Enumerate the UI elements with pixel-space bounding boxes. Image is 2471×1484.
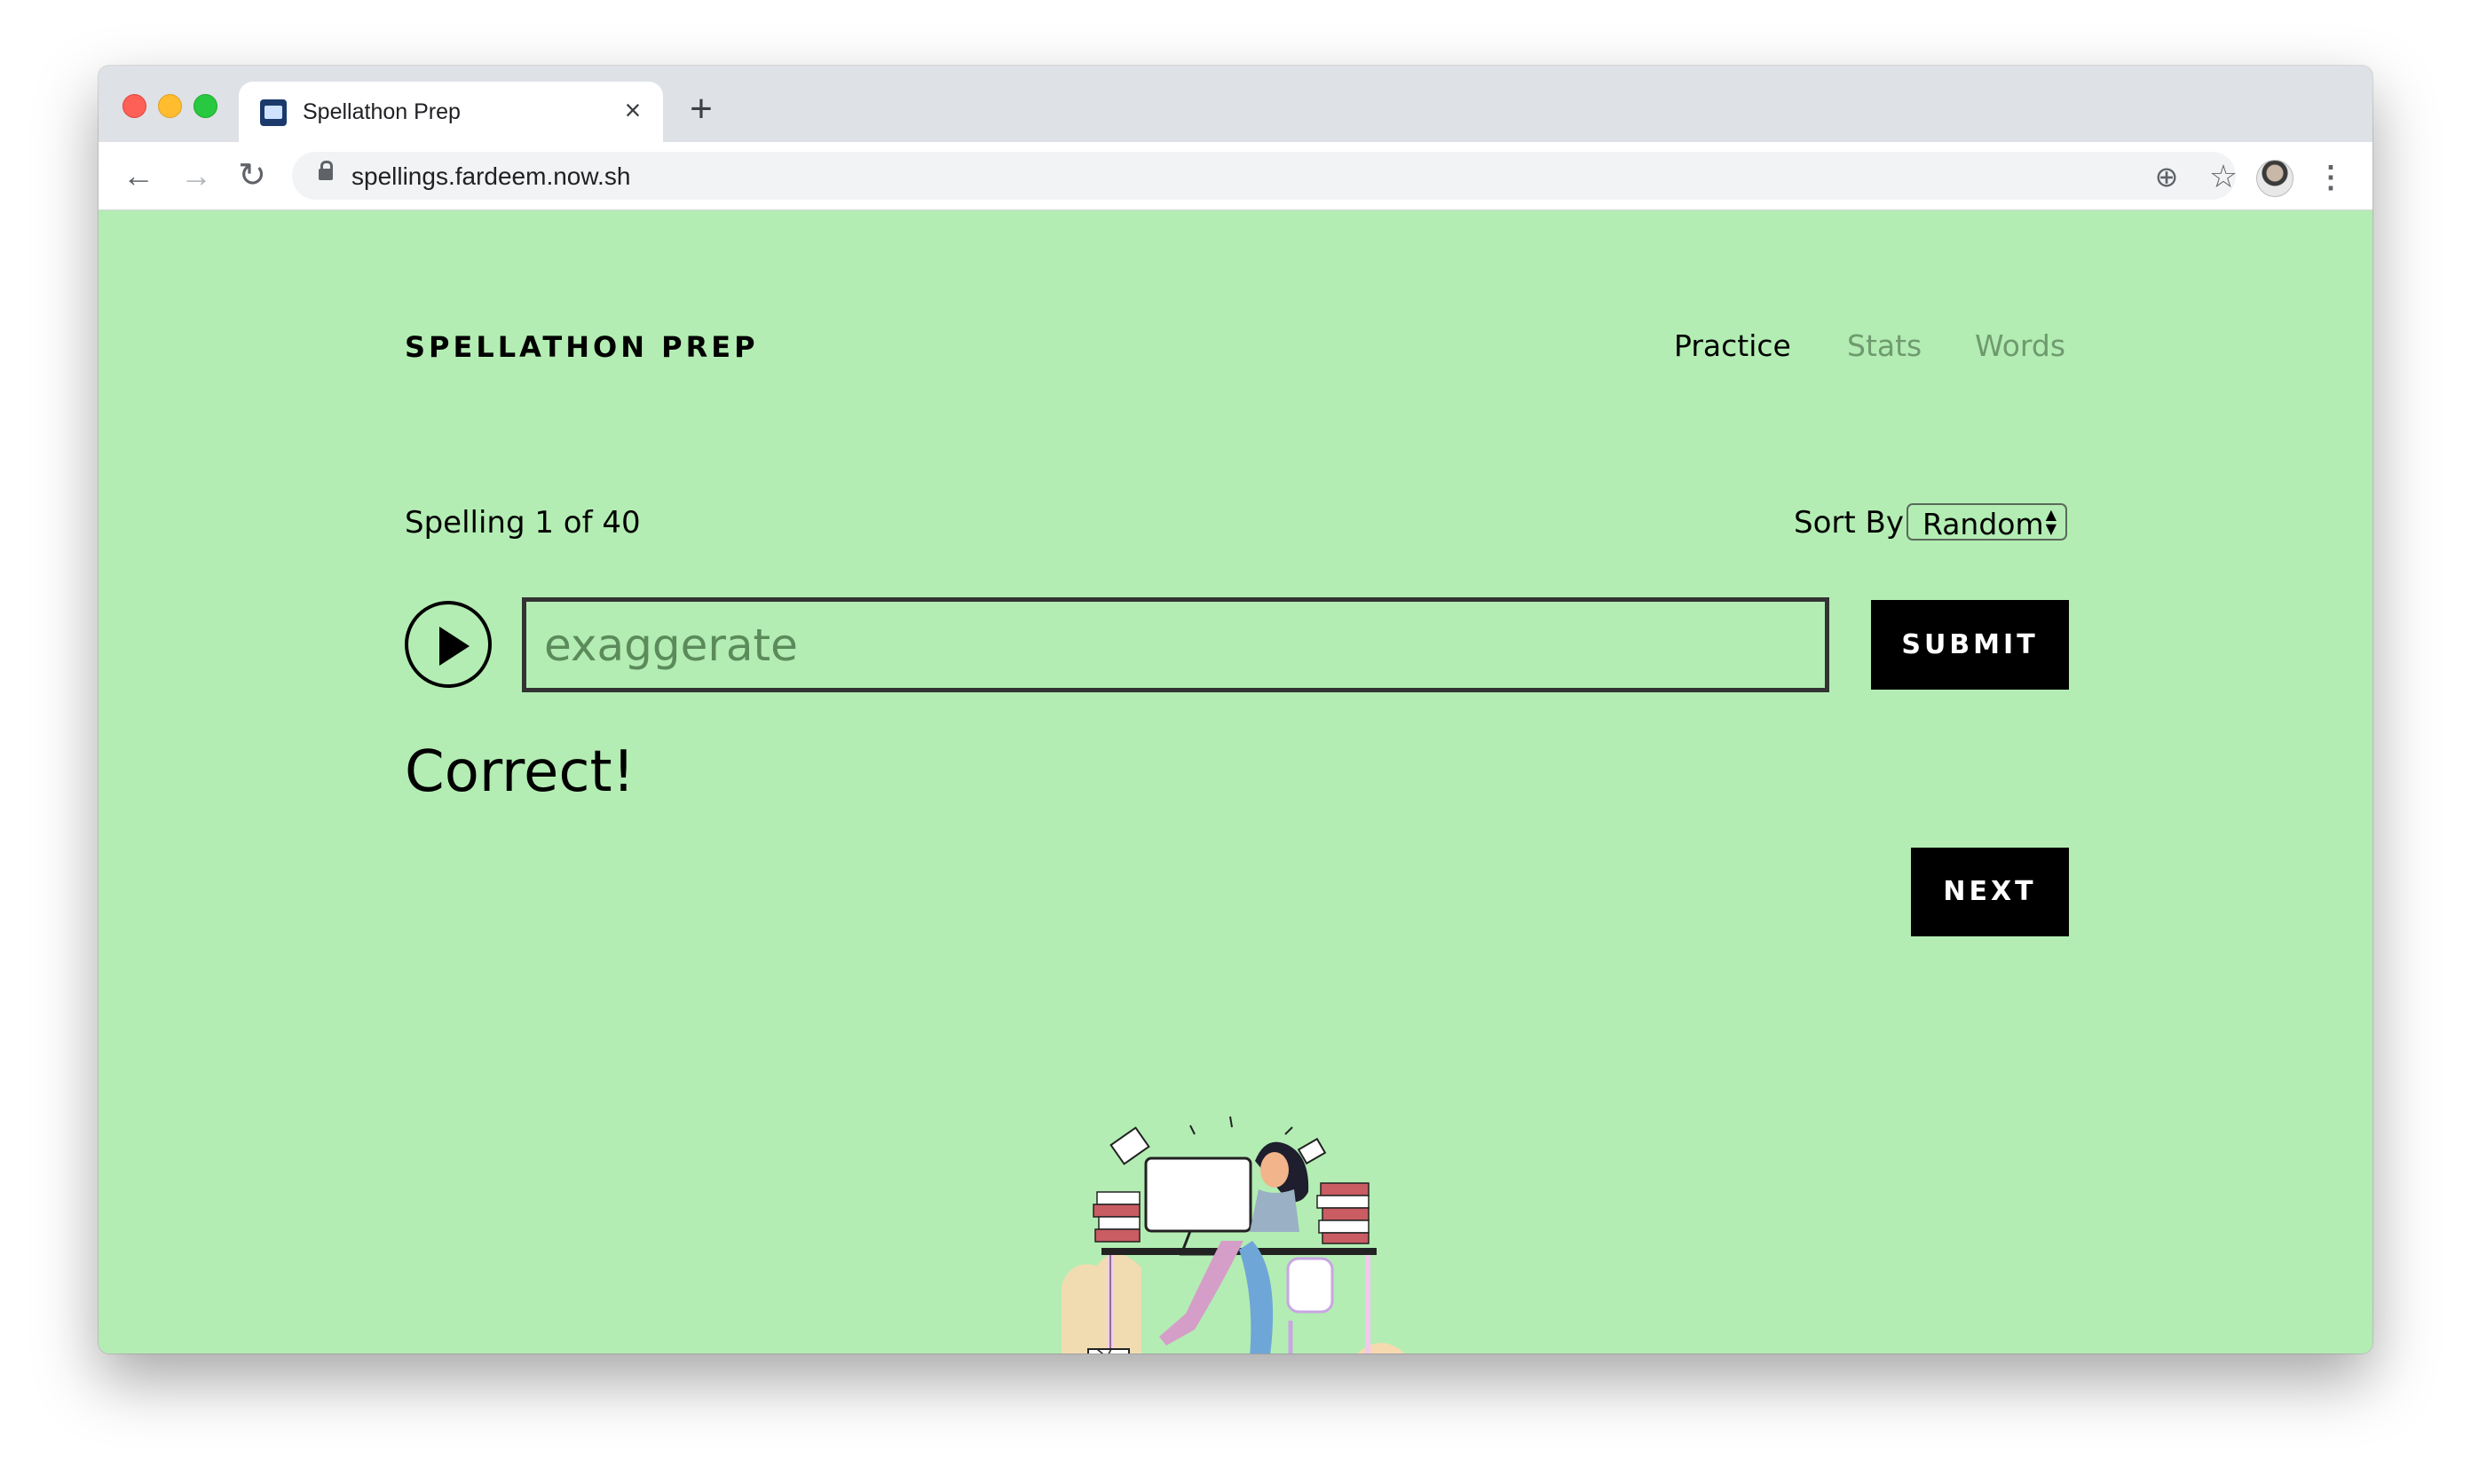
- next-button[interactable]: NEXT: [1911, 848, 2069, 936]
- nav-practice[interactable]: Practice: [1674, 328, 1791, 363]
- back-arrow-icon[interactable]: ←: [117, 154, 160, 197]
- submit-button[interactable]: SUBMIT: [1871, 600, 2069, 690]
- forward-arrow-icon[interactable]: →: [175, 154, 217, 197]
- address-bar[interactable]: spellings.fardeem.now.sh ⊕ ☆: [292, 152, 2238, 200]
- sort-by-select[interactable]: Random ▲ ▼: [1907, 503, 2067, 541]
- new-tab-button[interactable]: +: [681, 89, 722, 130]
- minimize-window-button[interactable]: [158, 94, 182, 118]
- browser-toolbar: ← → ↻ spellings.fardeem.now.sh ⊕ ☆ ⋮: [99, 142, 2372, 210]
- sort-selected-value: Random: [1922, 507, 2044, 541]
- zoom-window-button[interactable]: [193, 94, 217, 118]
- bookmark-star-icon[interactable]: ☆: [2206, 159, 2241, 194]
- sort-by-label: Sort By: [1794, 505, 1904, 541]
- kebab-menu-icon[interactable]: ⋮: [2316, 160, 2346, 195]
- site-brand[interactable]: SPELLATHON PREP: [405, 330, 759, 364]
- page-content: SPELLATHON PREP Practice Stats Words Spe…: [99, 210, 2372, 1354]
- studying-woman-illustration: [1062, 1116, 1405, 1354]
- profile-avatar[interactable]: [2256, 160, 2293, 197]
- spelling-input[interactable]: [522, 597, 1829, 692]
- close-window-button[interactable]: [122, 94, 146, 118]
- tab-spellathon-prep[interactable]: Spellathon Prep ×: [239, 82, 663, 142]
- close-icon[interactable]: ×: [617, 94, 649, 126]
- url-text[interactable]: spellings.fardeem.now.sh: [351, 162, 630, 191]
- lock-icon[interactable]: [319, 161, 333, 180]
- nav-words[interactable]: Words: [1975, 328, 2065, 363]
- book-icon: [260, 99, 287, 126]
- nav-stats[interactable]: Stats: [1847, 328, 1922, 363]
- reload-icon[interactable]: ↻: [231, 154, 273, 197]
- tab-title: Spellathon Prep: [303, 99, 461, 124]
- browser-window: Spellathon Prep × + ← → ↻ spellings.fard…: [99, 66, 2372, 1354]
- tab-strip: Spellathon Prep × +: [99, 66, 2372, 142]
- spelling-counter: Spelling 1 of 40: [405, 505, 641, 541]
- result-message: Correct!: [405, 739, 636, 805]
- select-arrows-icon: ▲ ▼: [2045, 506, 2057, 537]
- install-app-icon[interactable]: ⊕: [2149, 159, 2184, 194]
- play-audio-button[interactable]: [405, 601, 492, 688]
